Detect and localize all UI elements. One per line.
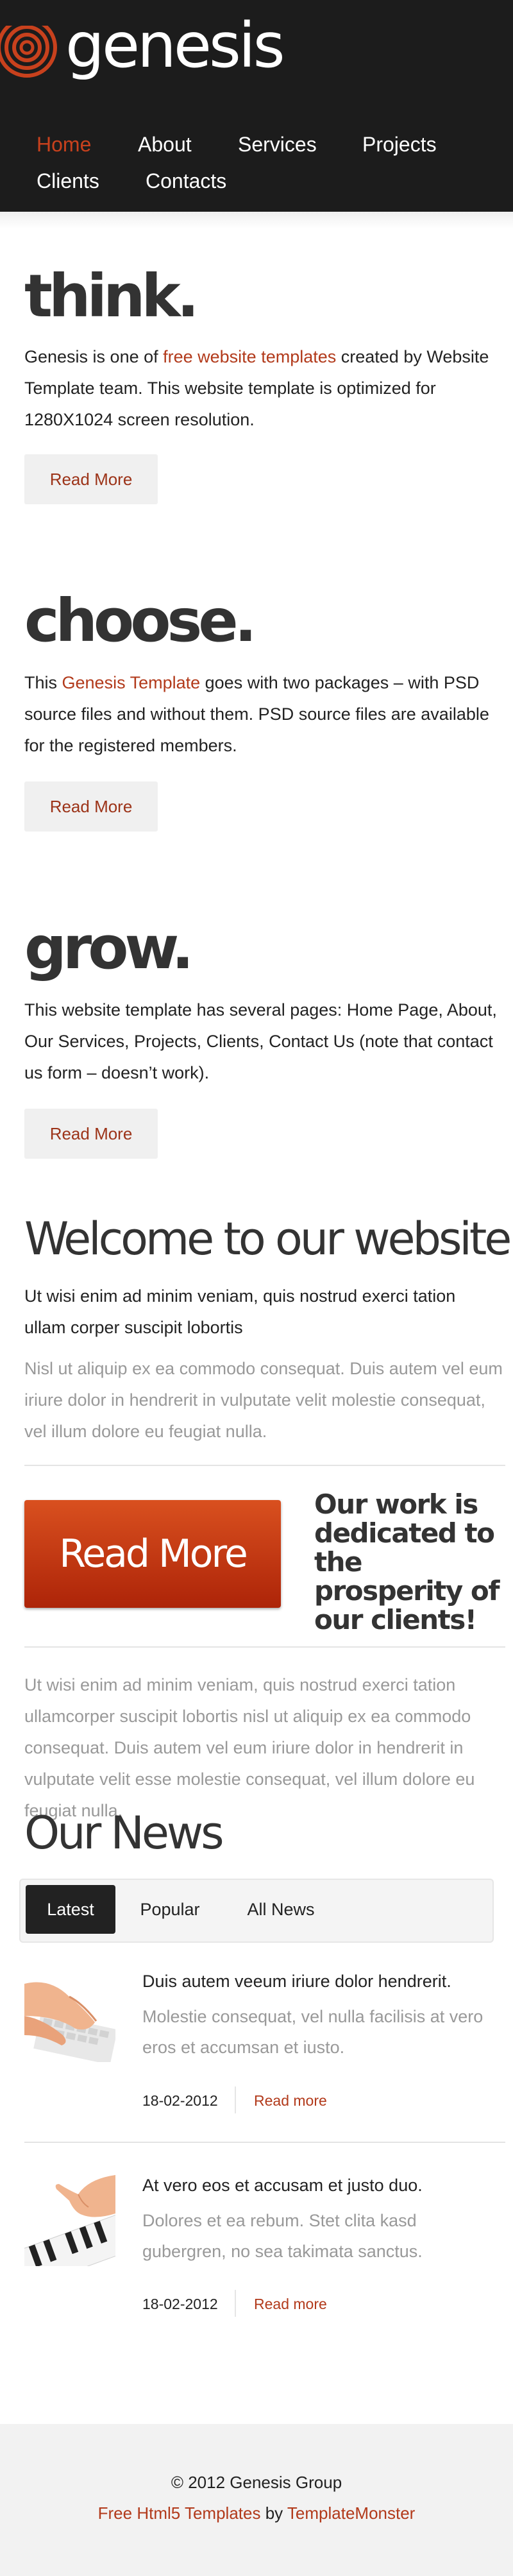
news-date: 18-02-2012 <box>142 2092 218 2109</box>
section-heading-grow: grow. <box>24 914 194 982</box>
big-read-more-button[interactable]: Read More <box>24 1500 281 1608</box>
text-part: This <box>24 673 62 692</box>
news-tabs: Latest Popular All News <box>19 1879 494 1943</box>
divider <box>24 1465 505 1466</box>
main-content: think. Genesis is one of free website te… <box>0 228 513 2424</box>
hands-on-keyboard-icon <box>24 1971 115 2062</box>
divider <box>24 2142 505 2143</box>
section-text-choose: This Genesis Template goes with two pack… <box>24 667 499 762</box>
news-date: 18-02-2012 <box>142 2296 218 2312</box>
section-text-think: Genesis is one of free website templates… <box>24 341 499 436</box>
section-text-grow: This website template has several pages:… <box>24 1000 497 1082</box>
nav-services[interactable]: Services <box>238 132 317 157</box>
news-separator <box>235 2086 236 2113</box>
news-headline[interactable]: Duis autem veeum iriure dolor hendrerit. <box>142 1970 501 1993</box>
news-thumbnail[interactable] <box>24 2175 115 2266</box>
read-more-button-choose[interactable]: Read More <box>24 781 158 832</box>
site-header: genesis Home About Services Projects Cli… <box>0 0 513 212</box>
text-part: Genesis is one of <box>24 347 164 366</box>
nav-home[interactable]: Home <box>37 132 91 157</box>
hand-on-piano-keys-icon <box>24 2175 115 2266</box>
news-title: Our News <box>24 1807 224 1859</box>
news-read-more-link[interactable]: Read more <box>254 2296 327 2313</box>
site-footer: © 2012 Genesis Group Free Html5 Template… <box>0 2424 513 2576</box>
nav-about[interactable]: About <box>138 132 192 157</box>
news-summary: Dolores et ea rebum. Stet clita kasd gub… <box>142 2211 423 2261</box>
welcome-lead: Ut wisi enim ad minim veniam, quis nostr… <box>24 1286 456 1337</box>
section-heading-choose: choose. <box>24 586 257 655</box>
tab-popular[interactable]: Popular <box>121 1885 219 1934</box>
nav-clients[interactable]: Clients <box>37 169 99 193</box>
welcome-bottom-text: Ut wisi enim ad minim veniam, quis nostr… <box>24 1675 475 1820</box>
logo[interactable]: genesis <box>0 10 285 82</box>
header-shadow <box>0 212 513 228</box>
footer-credits: Free Html5 Templates by TemplateMonster <box>0 2503 513 2523</box>
logo-text: genesis <box>65 10 285 81</box>
free-html5-templates-link[interactable]: Free Html5 Templates <box>98 2503 261 2523</box>
divider <box>24 1646 505 1648</box>
section-heading-think: think. <box>24 262 199 330</box>
news-thumbnail[interactable] <box>24 1971 115 2062</box>
news-summary: Molestie consequat, vel nulla facilisis … <box>142 2007 484 2057</box>
tab-all-news[interactable]: All News <box>224 1885 337 1934</box>
genesis-template-link[interactable]: Genesis Template <box>62 673 201 692</box>
logo-swirl-icon <box>0 12 62 82</box>
news-read-more-link[interactable]: Read more <box>254 2092 327 2110</box>
footer-by-text: by <box>260 2503 287 2523</box>
welcome-title: Welcome to our website! <box>24 1213 513 1265</box>
templatemonster-link[interactable]: TemplateMonster <box>287 2503 415 2523</box>
welcome-grey-text: Nisl ut aliquip ex ea commodo consequat.… <box>24 1359 503 1441</box>
news-separator <box>235 2290 236 2317</box>
nav-contacts[interactable]: Contacts <box>146 169 226 193</box>
free-templates-link[interactable]: free website templates <box>163 347 336 366</box>
footer-copyright: © 2012 Genesis Group <box>171 2473 342 2492</box>
news-headline[interactable]: At vero eos et accusam et justo duo. <box>142 2174 501 2197</box>
tab-latest[interactable]: Latest <box>26 1885 115 1934</box>
read-more-button-think[interactable]: Read More <box>24 454 158 504</box>
nav-projects[interactable]: Projects <box>362 132 437 157</box>
read-more-button-grow[interactable]: Read More <box>24 1109 158 1159</box>
dedication-text: Our work is dedicated to the prosperity … <box>314 1488 500 1635</box>
